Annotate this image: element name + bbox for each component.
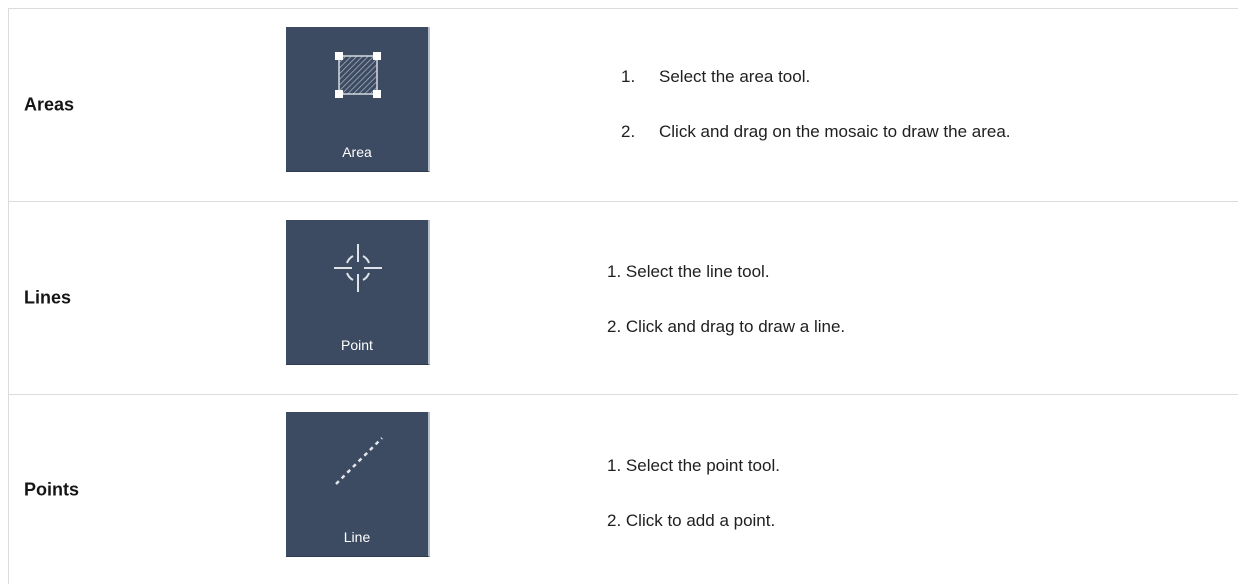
step-item: 1. Select the line tool.	[607, 262, 770, 281]
step-number: 2.	[621, 122, 636, 141]
line-tool-label: Line	[343, 529, 371, 545]
area-tool-label: Area	[342, 144, 372, 160]
row-label: Lines	[24, 287, 72, 308]
step-number: 1.	[621, 67, 636, 86]
crosshair-icon	[286, 238, 430, 308]
step-item: 2. Click and drag to draw a line.	[607, 317, 846, 336]
area-tool-button[interactable]: Area	[286, 27, 430, 172]
step-item: 2. Click to add a point.	[607, 511, 776, 530]
row-label: Areas	[24, 94, 75, 115]
step-item: 1. Select the area tool.	[621, 67, 810, 87]
point-tool-button[interactable]: Point	[286, 220, 430, 365]
point-tool-label: Point	[341, 337, 373, 353]
table-row-points: Points Line 1. Select the point tool. 2.…	[9, 395, 1238, 585]
step-item: 2. Click and drag on the mosaic to draw t…	[621, 122, 1011, 142]
row-label: Points	[24, 479, 80, 500]
step-text: Select the area tool.	[659, 67, 811, 86]
step-item: 1. Select the point tool.	[607, 456, 780, 475]
dashed-line-icon	[286, 430, 430, 500]
steps-list: 1. Select the area tool. 2. Click and drag…	[607, 9, 1227, 201]
step-text: Click and drag on the mosaic to draw the…	[659, 122, 1011, 141]
table-row-lines: Lines Point 1. Select the line tool. 2. …	[9, 202, 1238, 395]
table-row-areas: Areas Area 1. Select the area tool. 2. C…	[9, 9, 1238, 202]
area-tool-icon	[286, 45, 430, 115]
steps-list: 1. Select the line tool. 2. Click and dr…	[607, 202, 1227, 394]
steps-list: 1. Select the point tool. 2. Click to ad…	[607, 395, 1227, 585]
line-tool-button[interactable]: Line	[286, 412, 430, 557]
tools-table: Areas Area 1. Select the area tool. 2. C…	[8, 8, 1238, 584]
